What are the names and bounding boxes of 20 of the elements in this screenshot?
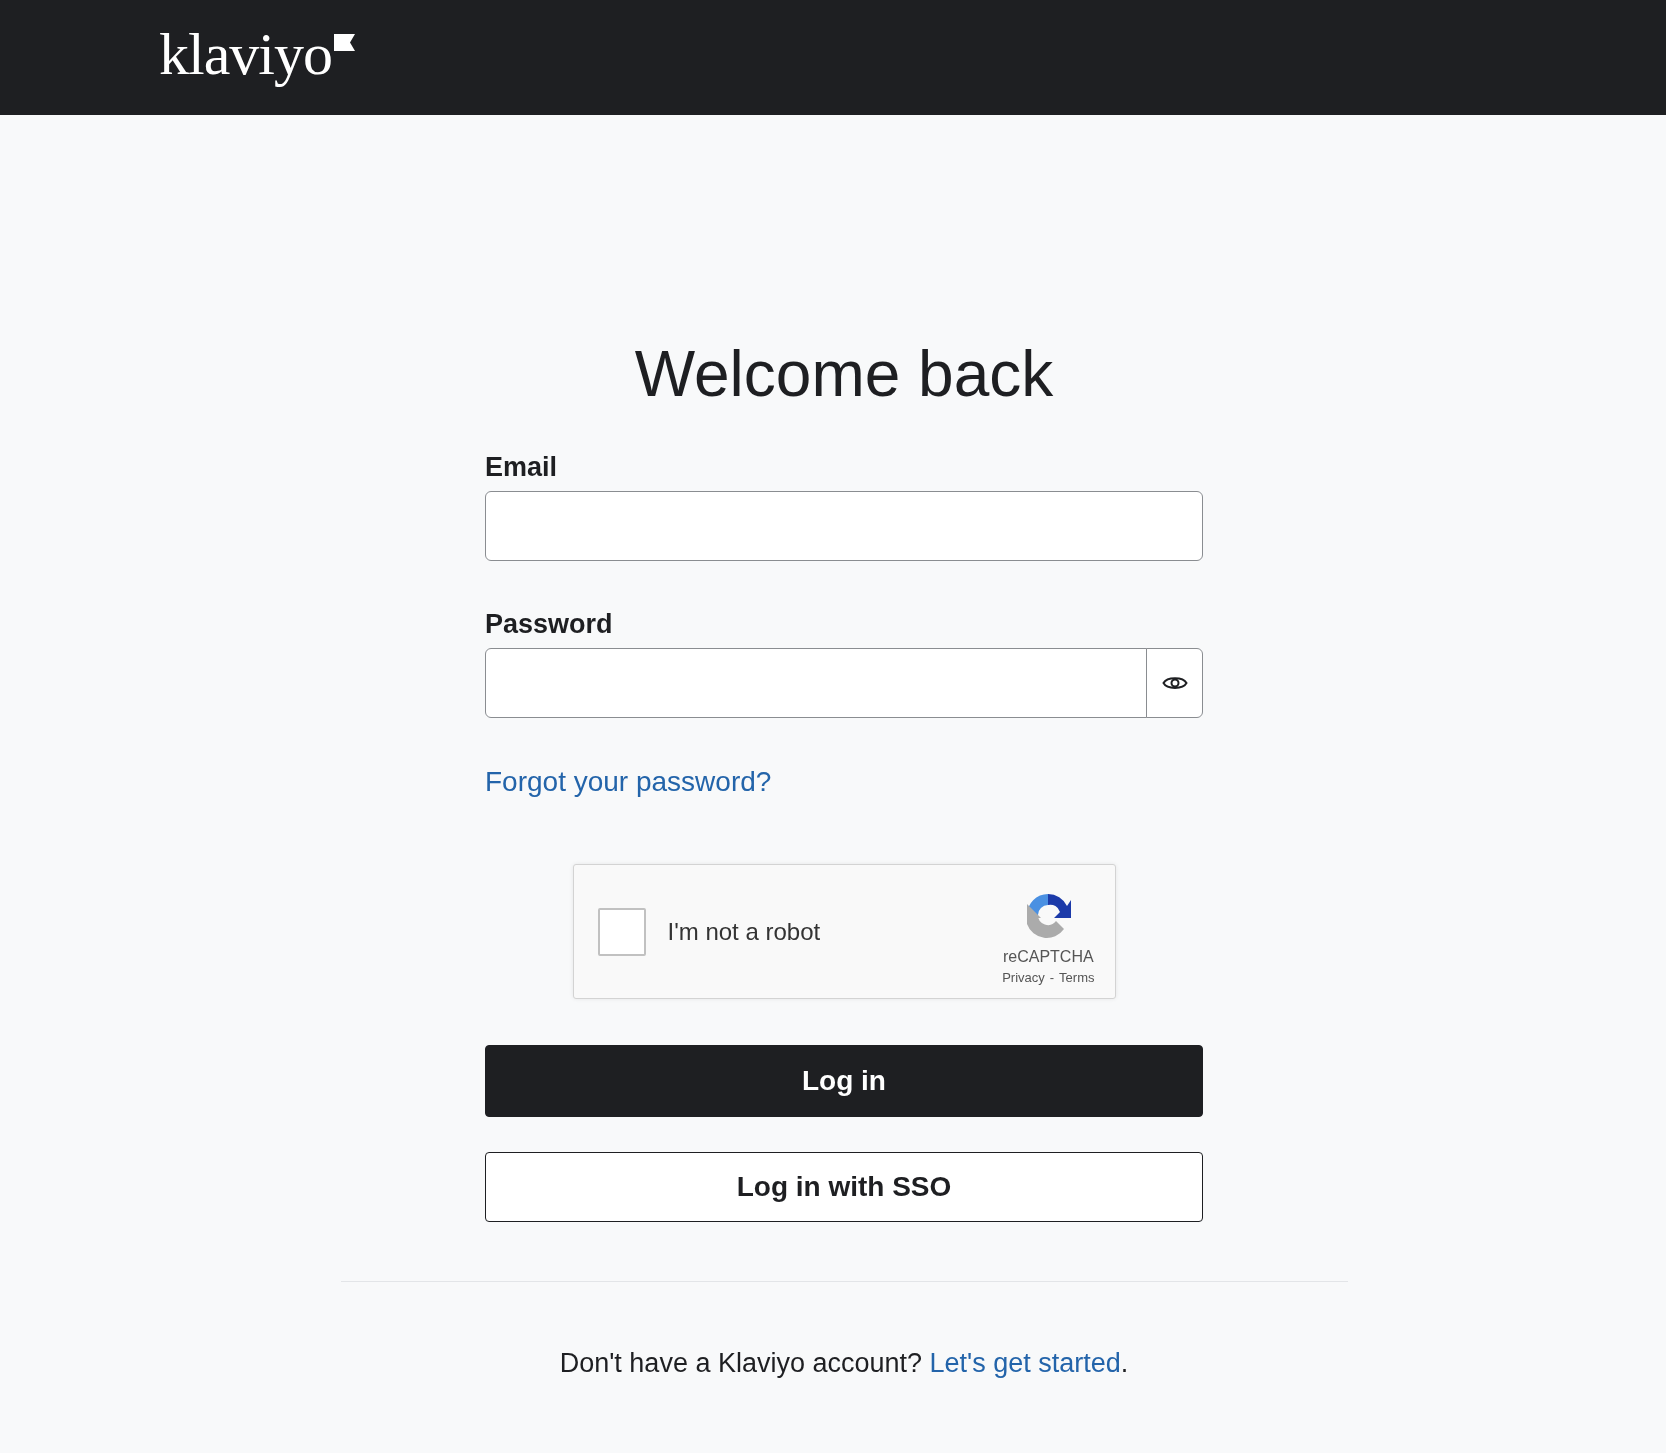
sso-login-button[interactable]: Log in with SSO [485,1152,1203,1222]
email-label: Email [485,451,559,483]
login-button[interactable]: Log in [485,1045,1203,1117]
password-field[interactable] [485,648,1147,718]
terms-link[interactable]: Terms [1059,970,1095,985]
captcha-checkbox[interactable] [597,907,646,956]
page-title: Welcome back [633,337,1055,412]
password-label: Password [485,608,614,640]
captcha-label: I'm not a robot [667,917,822,946]
eye-icon [1161,674,1188,692]
email-field[interactable] [485,491,1203,561]
get-started-link[interactable]: Let's get started [929,1348,1121,1378]
forgot-password-link[interactable]: Forgot your password? [485,765,772,799]
logo-wordmark[interactable]: klaviyo [159,22,332,86]
flag-icon [334,34,355,51]
recaptcha-brand: reCAPTCHA [1002,948,1094,966]
show-password-button[interactable] [1146,648,1203,718]
privacy-link[interactable]: Privacy [1002,970,1045,985]
signup-prompt: Don't have a Klaviyo account? Let's get started. [559,1347,1129,1380]
link-separator: - [1049,970,1055,985]
